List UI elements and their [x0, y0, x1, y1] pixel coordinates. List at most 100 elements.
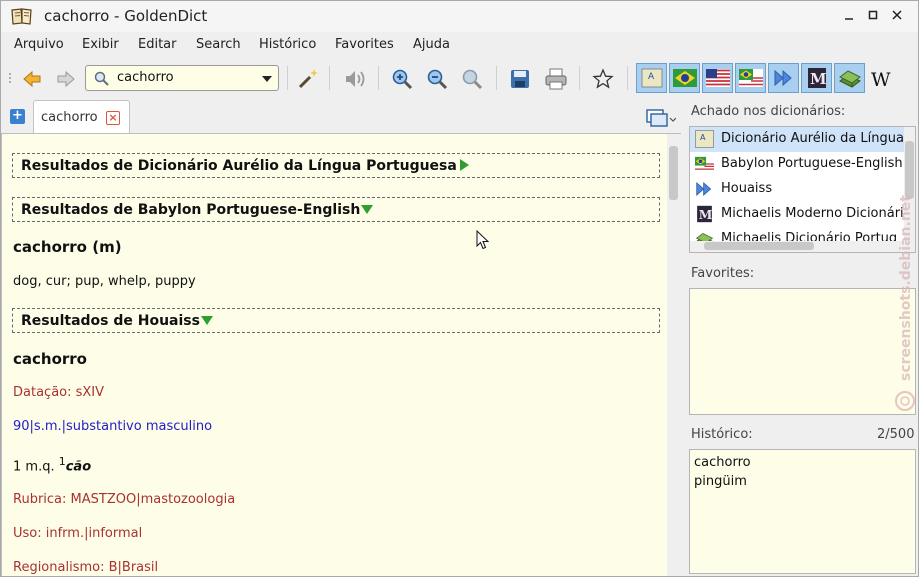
dict-brazil-button[interactable] [669, 63, 700, 93]
section-header-aurelio[interactable]: Resultados de Dicionário Aurélio da Líng… [12, 153, 660, 178]
scrollbar-thumb[interactable] [704, 242, 814, 250]
printer-icon [545, 68, 567, 90]
maximize-button[interactable] [863, 7, 883, 27]
brazil-us-flag-icon [738, 69, 763, 87]
favorites-label: Favorites: [691, 266, 755, 281]
menu-arquivo[interactable]: Arquivo [14, 37, 64, 52]
pronounce-button[interactable] [340, 64, 370, 94]
zoom-normal-icon [462, 69, 483, 90]
article-scrollbar[interactable] [667, 134, 681, 576]
tab-bar: + cachorro × [1, 99, 681, 133]
magic-wand-icon [298, 69, 318, 89]
toolbar-separator [627, 66, 628, 90]
history-label: Histórico: [691, 427, 753, 442]
watermark: screenshots.debian.net [895, 195, 915, 411]
favorites-pane[interactable] [689, 288, 916, 415]
speaker-icon [346, 71, 365, 87]
section-header-babylon[interactable]: Resultados de Babylon Portuguese-English [12, 197, 660, 222]
dict-babylon-button[interactable] [702, 63, 733, 93]
toolbar-grip-icon [9, 73, 11, 83]
brazil-us-flag-icon [695, 156, 714, 172]
houaiss-dict-icon [696, 182, 712, 196]
found-item-babylon[interactable]: Babylon Portuguese-English [690, 152, 905, 177]
aurelio-dict-icon: A [695, 130, 714, 148]
tab-cachorro[interactable]: cachorro × [33, 100, 130, 133]
window-title: cachorro - GoldenDict [44, 7, 208, 25]
toolbar-separator [329, 66, 330, 90]
goldendict-window: cachorro - GoldenDict Arquivo Exibir Edi… [0, 0, 919, 577]
close-tab-icon[interactable]: × [106, 111, 120, 125]
toolbar-separator [579, 66, 580, 90]
arrow-left-icon [23, 70, 41, 88]
menu-search[interactable]: Search [196, 37, 241, 52]
minimize-button[interactable] [839, 7, 859, 27]
tab-label: cachorro [41, 110, 98, 125]
menu-historico[interactable]: Histórico [259, 37, 316, 52]
section-header-houaiss[interactable]: Resultados de Houaiss [12, 308, 660, 333]
history-item[interactable]: cachorro [694, 453, 911, 472]
dict-michaelis-moderno-button[interactable]: M [801, 63, 832, 93]
dict-michaelis-dicionario-button[interactable] [834, 63, 865, 93]
search-icon [94, 71, 109, 86]
dict-houaiss-button[interactable] [768, 63, 799, 93]
zoom-reset-button[interactable] [457, 64, 487, 94]
michaelis-dict-icon: M [807, 68, 826, 88]
found-item-label: Babylon Portuguese-English [721, 156, 903, 171]
maximize-icon [868, 10, 878, 20]
chevron-down-icon[interactable] [262, 75, 272, 83]
svg-text:W: W [871, 69, 891, 90]
arrow-right-icon [57, 70, 75, 88]
history-item[interactable]: pingüim [694, 472, 911, 491]
menu-exibir[interactable]: Exibir [82, 37, 119, 52]
collapse-arrow-icon[interactable] [200, 316, 213, 325]
forward-button[interactable] [51, 64, 81, 94]
found-item-houaiss[interactable]: Houaiss [690, 177, 905, 202]
save-button[interactable] [505, 64, 535, 94]
svg-text:M: M [699, 207, 713, 222]
svg-text:A: A [648, 72, 655, 82]
toolbar-separator [287, 66, 288, 90]
book-icon [11, 8, 32, 25]
save-icon [511, 70, 529, 88]
article-view: Resultados de Dicionário Aurélio da Líng… [1, 133, 681, 576]
houaiss-dict-icon [774, 69, 792, 87]
green-book-icon [838, 70, 861, 88]
wikipedia-button[interactable]: W [867, 64, 897, 94]
scan-popup-button[interactable] [293, 64, 323, 94]
zoom-out-button[interactable] [422, 64, 452, 94]
toolbar-separator [378, 66, 379, 90]
sense-number: 1 [58, 455, 66, 468]
search-input[interactable]: cachorro [117, 70, 174, 85]
found-item-michaelis-moderno[interactable]: M Michaelis Moderno Dicionário [690, 202, 905, 227]
sense-prefix: 1 m.q. [13, 459, 59, 475]
scrollbar-thumb[interactable] [669, 146, 678, 200]
expand-arrow-icon[interactable] [459, 159, 469, 171]
add-favorite-button[interactable] [588, 64, 618, 94]
menu-favorites[interactable]: Favorites [335, 37, 394, 52]
back-button[interactable] [17, 64, 47, 94]
search-combobox[interactable]: cachorro [85, 65, 279, 91]
close-window-button[interactable] [887, 7, 907, 27]
dict-babylon-pt-button[interactable] [735, 63, 766, 93]
add-tab-button[interactable]: + [10, 109, 25, 124]
found-item-aurelio[interactable]: A Dicionário Aurélio da Língua [690, 127, 905, 152]
found-item-label: Dicionário Aurélio da Língua [721, 131, 904, 146]
collapse-arrow-icon[interactable] [361, 205, 374, 214]
dict-aurelio-button[interactable]: A [636, 63, 667, 93]
history-count: 2/500 [877, 427, 915, 442]
michaelis-dict-icon: M [697, 205, 713, 223]
babylon-headword: cachorro (m) [13, 238, 122, 256]
found-list-hscrollbar[interactable] [690, 241, 915, 252]
sense-word[interactable]: cão [66, 459, 91, 474]
menu-editar[interactable]: Editar [138, 37, 177, 52]
houaiss-uso: Uso: infrm.|informal [13, 526, 143, 541]
print-button[interactable] [541, 64, 571, 94]
menu-ajuda[interactable]: Ajuda [413, 37, 450, 52]
us-flag-icon [705, 69, 730, 87]
svg-text:A: A [700, 133, 706, 142]
right-panel: Achado nos dicionários: A Dicionário Aur… [681, 95, 918, 576]
tab-list-icon[interactable] [646, 108, 676, 128]
toolbar-separator [496, 66, 497, 90]
close-icon [892, 10, 902, 20]
zoom-in-button[interactable] [387, 64, 417, 94]
